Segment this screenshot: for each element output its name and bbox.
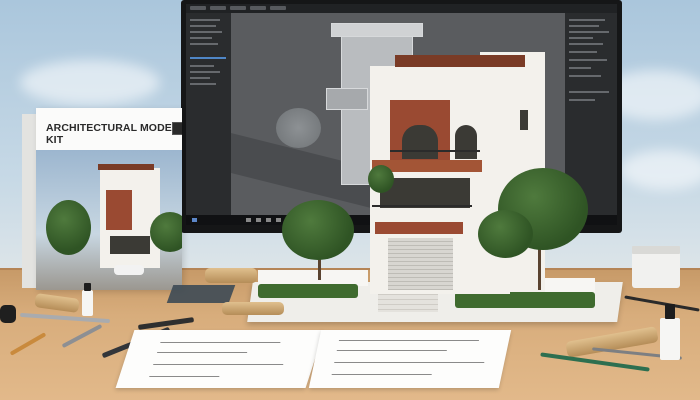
left-panel[interactable] xyxy=(186,13,231,215)
cutting-mat xyxy=(166,285,236,303)
model-tree xyxy=(282,200,354,260)
brand-logo-icon xyxy=(172,122,182,135)
rolled-paper xyxy=(205,268,257,283)
product-box: ARCHITECTURAL MODEL KIT xyxy=(22,108,182,290)
glue-bottle xyxy=(660,318,680,360)
roof-pergola xyxy=(395,55,525,67)
box-artwork xyxy=(36,150,182,290)
instruction-booklet xyxy=(115,330,512,392)
hedge xyxy=(258,284,358,298)
product-scene: ARCHITECTURAL MODEL KIT xyxy=(0,0,700,400)
glue-bottle xyxy=(82,290,93,316)
cloud xyxy=(620,150,700,190)
booklet-right-page xyxy=(308,330,512,388)
garage-door xyxy=(388,238,453,290)
box-side xyxy=(22,114,36,288)
box-front: ARCHITECTURAL MODEL KIT xyxy=(36,108,182,290)
booklet-left-page xyxy=(115,330,325,388)
rolled-paper xyxy=(222,302,284,315)
model-tree xyxy=(478,210,533,258)
hedge xyxy=(455,292,595,308)
cloud xyxy=(20,60,160,105)
tape-measure xyxy=(0,305,16,323)
box-title: ARCHITECTURAL MODEL KIT xyxy=(46,122,179,146)
app-menu-bar[interactable] xyxy=(186,4,617,13)
car xyxy=(114,265,144,275)
model-tree xyxy=(368,165,394,193)
